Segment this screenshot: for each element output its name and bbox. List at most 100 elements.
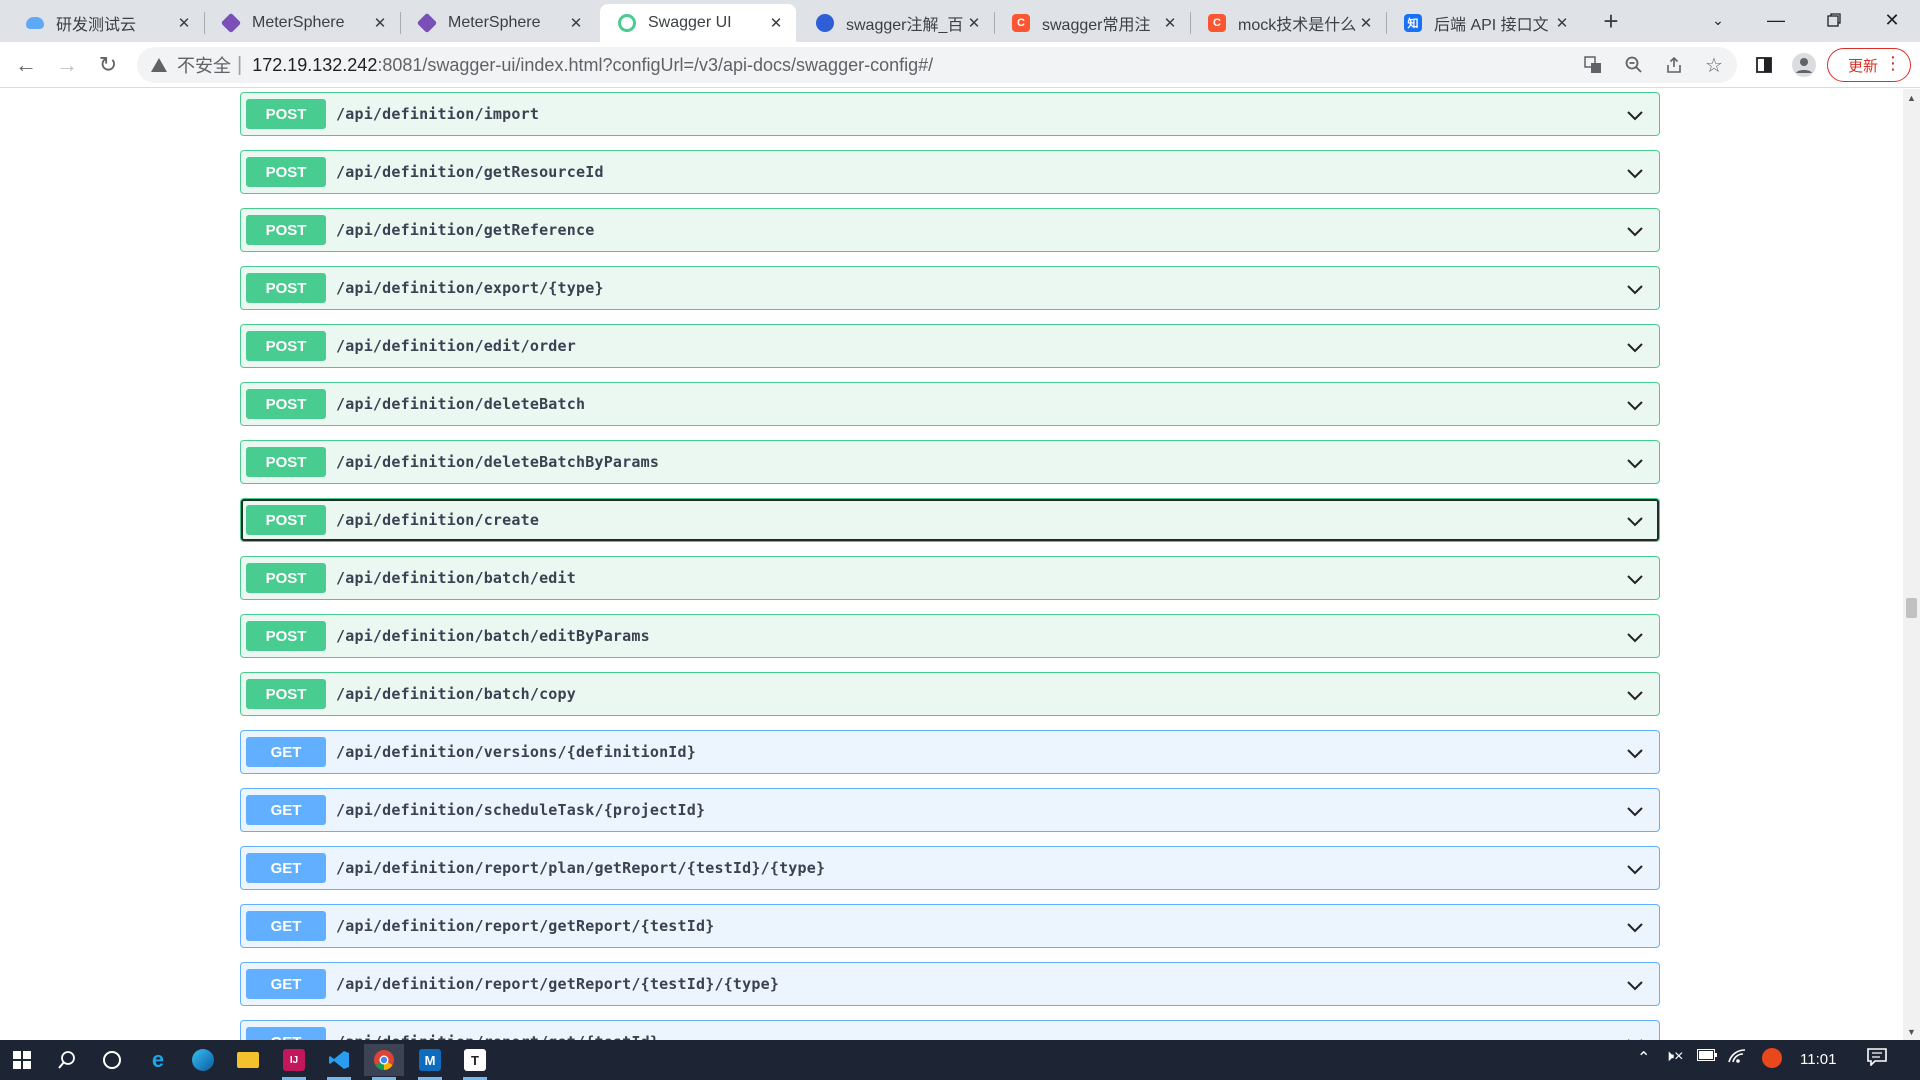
close-tab-icon[interactable]: ✕ [766, 14, 786, 32]
close-tab-icon[interactable]: ✕ [370, 14, 390, 32]
tab-title: Swagger UI [648, 14, 732, 31]
ie-icon[interactable]: e [138, 1044, 178, 1076]
browser-tab[interactable]: 知后端 API 接口文 ✕ [1386, 4, 1582, 42]
close-window-button[interactable]: ✕ [1864, 2, 1920, 38]
chevron-down-icon[interactable] [1625, 279, 1645, 299]
operation-row[interactable]: POST/api/definition/create [240, 498, 1660, 542]
chevron-down-icon[interactable] [1625, 685, 1645, 705]
operation-row[interactable]: POST/api/definition/batch/edit [240, 556, 1660, 600]
cortana-icon[interactable] [92, 1044, 132, 1076]
more-menu-icon[interactable]: ⋮ [1884, 53, 1902, 74]
scrollbar-thumb[interactable] [1906, 598, 1917, 618]
close-tab-icon[interactable]: ✕ [174, 14, 194, 32]
operation-path: /api/definition/batch/editByParams [336, 627, 650, 645]
browser-tab[interactable]: Cmock技术是什么 ✕ [1190, 4, 1386, 42]
share-icon[interactable] [1658, 49, 1690, 81]
edge-icon[interactable] [183, 1044, 223, 1076]
browser-tab[interactable]: swagger注解_百 ✕ [798, 4, 994, 42]
operation-row[interactable]: POST/api/definition/batch/editByParams [240, 614, 1660, 658]
browser-tab[interactable]: Cswagger常用注 ✕ [994, 4, 1190, 42]
browser-toolbar: ← → ↻ 不安全 | 172.19.132.242:8081/swagger-… [0, 42, 1920, 88]
tab-title: MeterSphere [252, 14, 345, 31]
back-button[interactable]: ← [10, 49, 42, 81]
operation-row[interactable]: POST/api/definition/batch/copy [240, 672, 1660, 716]
operation-row[interactable]: POST/api/definition/export/{type} [240, 266, 1660, 310]
chevron-down-icon[interactable] [1625, 221, 1645, 241]
bookmark-star-icon[interactable]: ☆ [1698, 49, 1730, 81]
scroll-down-arrow-icon[interactable]: ▼ [1903, 1023, 1920, 1040]
chevron-down-icon[interactable] [1625, 569, 1645, 589]
chrome-icon[interactable] [364, 1044, 404, 1080]
notification-center-icon[interactable] [1867, 1048, 1887, 1071]
operation-row[interactable]: GET/api/definition/report/getReport/{tes… [240, 962, 1660, 1006]
operation-row[interactable]: GET/api/definition/versions/{definitionI… [240, 730, 1660, 774]
typora-icon[interactable]: T [455, 1044, 495, 1080]
chevron-down-icon[interactable] [1625, 859, 1645, 879]
side-panel-icon[interactable] [1748, 49, 1780, 81]
chevron-down-icon[interactable] [1625, 743, 1645, 763]
translate-icon[interactable] [1577, 49, 1609, 81]
security-status[interactable]: 不安全 [177, 52, 231, 78]
close-tab-icon[interactable]: ✕ [1356, 14, 1376, 32]
chevron-down-icon[interactable] [1625, 163, 1645, 183]
close-tab-icon[interactable]: ✕ [964, 14, 984, 32]
windows-start-icon[interactable] [2, 1044, 42, 1076]
browser-tab[interactable]: Swagger UI ✕ [600, 4, 796, 42]
volume-muted-icon[interactable]: 🕨× [1664, 1048, 1683, 1066]
operation-row[interactable]: POST/api/definition/deleteBatch [240, 382, 1660, 426]
chevron-down-icon[interactable] [1625, 395, 1645, 415]
operation-row[interactable]: GET/api/definition/scheduleTask/{project… [240, 788, 1660, 832]
zoom-icon[interactable] [1618, 49, 1650, 81]
reload-button[interactable]: ↻ [92, 49, 124, 81]
vscode-icon[interactable] [319, 1044, 359, 1080]
tab-search-icon[interactable]: ⌄ [1690, 2, 1746, 38]
wifi-icon[interactable] [1727, 1048, 1747, 1069]
chevron-down-icon[interactable] [1625, 1033, 1645, 1040]
profile-icon[interactable] [1788, 49, 1820, 81]
chevron-down-icon[interactable] [1625, 975, 1645, 995]
battery-icon[interactable] [1697, 1048, 1717, 1066]
operation-row[interactable]: POST/api/definition/edit/order [240, 324, 1660, 368]
forward-button[interactable]: → [51, 49, 83, 81]
url-text[interactable]: 172.19.132.242:8081/swagger-ui/index.htm… [252, 55, 933, 76]
update-button[interactable]: 更新 ⋮ [1827, 48, 1911, 82]
page-scrollbar[interactable]: ▲ ▼ [1903, 89, 1920, 1040]
input-method-icon[interactable] [1762, 1048, 1782, 1068]
chevron-down-icon[interactable] [1625, 801, 1645, 821]
operation-row[interactable]: POST/api/definition/import [240, 92, 1660, 136]
operation-row[interactable]: GET/api/definition/report/get/{testId} [240, 1020, 1660, 1040]
operation-row[interactable]: POST/api/definition/getReference [240, 208, 1660, 252]
show-hidden-icons-icon[interactable]: ⌃ [1637, 1048, 1650, 1068]
browser-tab[interactable]: 研发测试云 ✕ [8, 4, 204, 42]
http-method-badge: GET [246, 795, 326, 825]
chevron-down-icon[interactable] [1625, 105, 1645, 125]
file-explorer-icon[interactable] [228, 1044, 268, 1076]
operation-row[interactable]: GET/api/definition/report/plan/getReport… [240, 846, 1660, 890]
chevron-down-icon[interactable] [1625, 337, 1645, 357]
http-method-badge: POST [246, 679, 326, 709]
new-tab-button[interactable]: + [1595, 5, 1627, 37]
operation-row[interactable]: POST/api/definition/deleteBatchByParams [240, 440, 1660, 484]
search-icon[interactable] [47, 1044, 87, 1076]
tab-title: swagger常用注 [1042, 17, 1151, 34]
close-tab-icon[interactable]: ✕ [1160, 14, 1180, 32]
chevron-down-icon[interactable] [1625, 511, 1645, 531]
address-bar[interactable]: 不安全 | 172.19.132.242:8081/swagger-ui/ind… [137, 47, 1737, 83]
browser-tab[interactable]: MeterSphere ✕ [400, 4, 596, 42]
close-tab-icon[interactable]: ✕ [566, 14, 586, 32]
csdn-icon: C [1208, 14, 1226, 32]
scroll-up-arrow-icon[interactable]: ▲ [1903, 89, 1920, 106]
chevron-down-icon[interactable] [1625, 917, 1645, 937]
minimize-button[interactable]: — [1748, 2, 1804, 38]
chevron-down-icon[interactable] [1625, 453, 1645, 473]
intellij-icon[interactable]: IJ [274, 1044, 314, 1080]
operation-row[interactable]: POST/api/definition/getResourceId [240, 150, 1660, 194]
browser-tab[interactable]: MeterSphere ✕ [204, 4, 400, 42]
operation-path: /api/definition/versions/{definitionId} [336, 743, 696, 761]
close-tab-icon[interactable]: ✕ [1552, 14, 1572, 32]
restore-button[interactable] [1806, 2, 1862, 38]
operation-row[interactable]: GET/api/definition/report/getReport/{tes… [240, 904, 1660, 948]
chevron-down-icon[interactable] [1625, 627, 1645, 647]
taskbar-clock[interactable]: 11:01 [1800, 1051, 1836, 1068]
mail-icon[interactable]: M [410, 1044, 450, 1080]
